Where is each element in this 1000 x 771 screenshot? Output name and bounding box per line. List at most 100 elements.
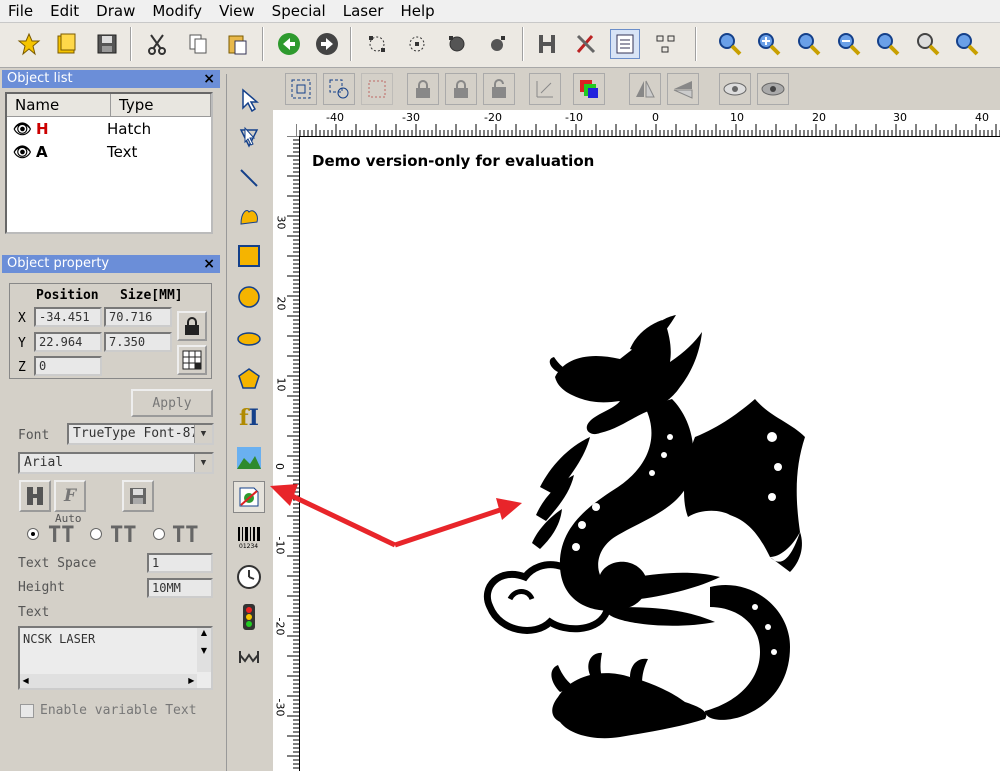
zoom-page-icon[interactable] — [794, 29, 824, 59]
align-right-radio[interactable] — [153, 528, 165, 540]
hatch-tool-icon[interactable] — [532, 29, 562, 59]
rectangle-tool-icon[interactable] — [233, 240, 265, 272]
anchor-grid-button[interactable] — [177, 345, 207, 375]
font-type-select[interactable]: TrueType Font-87 ▼ — [67, 423, 214, 445]
polygon-tool-icon[interactable] — [233, 363, 265, 395]
visible-eye-icon[interactable]: 👁 — [13, 120, 32, 138]
chevron-down-icon[interactable]: ▼ — [194, 425, 212, 443]
zoom-select-icon[interactable] — [913, 29, 943, 59]
node-add-icon[interactable] — [402, 29, 432, 59]
layer-color-icon[interactable] — [573, 73, 605, 105]
size-label: Size[MM] — [120, 288, 183, 303]
new-file-icon[interactable] — [14, 29, 44, 59]
y-size-field[interactable]: 7.350 — [104, 332, 172, 352]
zoom-in-icon[interactable] — [754, 29, 784, 59]
coordinate-origin-icon[interactable] — [529, 73, 561, 105]
circle-tool-icon[interactable] — [233, 281, 265, 313]
chevron-down-icon[interactable]: ▼ — [194, 454, 212, 472]
barcode-tool-icon[interactable]: 01234 — [233, 521, 265, 553]
menu-special[interactable]: Special — [264, 0, 335, 21]
vector-file-tool-icon[interactable] — [233, 481, 265, 513]
timer-tool-icon[interactable] — [233, 561, 265, 593]
x-label: X — [18, 311, 26, 326]
object-list-close-icon[interactable]: × — [203, 70, 215, 88]
apply-button[interactable]: Apply — [131, 389, 213, 417]
object-property-title-text: Object property — [7, 256, 110, 271]
show-all-icon[interactable] — [719, 73, 751, 105]
zoom-all-icon[interactable] — [873, 29, 903, 59]
col-type-header[interactable]: Type — [111, 94, 211, 116]
curve-tool-icon[interactable] — [233, 200, 265, 232]
combine-icon[interactable] — [361, 73, 393, 105]
text-vertical-scrollbar[interactable]: ▲ ▼ — [197, 628, 211, 672]
parameter-list-icon[interactable] — [610, 29, 640, 59]
col-name-header[interactable]: Name — [7, 94, 111, 116]
object-row-text[interactable]: 👁 A Text — [7, 140, 211, 163]
menu-modify[interactable]: Modify — [144, 0, 211, 21]
unlock-object-icon[interactable] — [445, 73, 477, 105]
horizontal-ruler: -40 -30 -20 -10 0 10 20 30 40 — [296, 110, 1000, 137]
mirror-horizontal-icon[interactable] — [629, 73, 661, 105]
zoom-icon[interactable] — [715, 29, 745, 59]
lock-ratio-button[interactable] — [177, 311, 207, 341]
paste-icon[interactable] — [222, 29, 252, 59]
menu-help[interactable]: Help — [392, 0, 443, 21]
zoom-out-icon[interactable] — [834, 29, 864, 59]
select-pointer-icon[interactable] — [233, 84, 265, 116]
group-icon[interactable] — [285, 73, 317, 105]
x-size-field[interactable]: 70.716 — [104, 307, 172, 327]
node-delete-icon[interactable] — [442, 29, 472, 59]
node-edit-icon[interactable] — [362, 29, 392, 59]
font-save-button[interactable] — [122, 480, 154, 512]
align-middle-radio[interactable] — [90, 528, 102, 540]
undo-icon[interactable] — [274, 29, 304, 59]
move-position-tool-icon[interactable] — [233, 641, 265, 673]
bitmap-tool-icon[interactable] — [233, 442, 265, 474]
text-content-area[interactable]: NCSK LASER ▲ ▼ ◀ ▶ — [18, 626, 213, 690]
redo-icon[interactable] — [312, 29, 342, 59]
node-pointer-icon[interactable] — [233, 122, 265, 154]
text-space-field[interactable]: 1 — [147, 553, 213, 573]
ellipse-tool-icon[interactable] — [233, 323, 265, 355]
menu-laser[interactable]: Laser — [335, 0, 393, 21]
object-row-hatch[interactable]: 👁 H Hatch — [7, 117, 211, 140]
font-name-select[interactable]: Arial ▼ — [18, 452, 214, 474]
drawing-canvas[interactable]: Demo version-only for evaluation — [300, 137, 1000, 771]
zoom-fit-icon[interactable] — [952, 29, 982, 59]
visible-eye-icon[interactable]: 👁 — [13, 143, 32, 161]
enable-variable-checkbox[interactable] — [20, 704, 34, 718]
font-italic-button[interactable]: F — [54, 480, 86, 512]
text-tool-icon[interactable]: fI — [233, 402, 265, 434]
menu-file[interactable]: File — [0, 0, 42, 21]
tools-icon[interactable] — [571, 29, 601, 59]
save-icon[interactable] — [92, 29, 122, 59]
text-horizontal-scrollbar[interactable]: ◀ ▶ — [20, 674, 197, 688]
cut-icon[interactable] — [142, 29, 172, 59]
object-tree-icon[interactable] — [651, 29, 681, 59]
align-auto-radio[interactable] — [27, 528, 39, 540]
y-position-field[interactable]: 22.964 — [34, 332, 102, 352]
object-list-table[interactable]: Name Type 👁 H Hatch 👁 A Text — [5, 92, 213, 234]
mirror-vertical-icon[interactable] — [667, 73, 699, 105]
line-tool-icon[interactable] — [233, 162, 265, 194]
copy-icon[interactable] — [183, 29, 213, 59]
io-input-tool-icon[interactable] — [233, 601, 265, 633]
node-break-icon[interactable] — [482, 29, 512, 59]
v-tick-label: 30 — [274, 215, 288, 230]
height-field[interactable]: 10MM — [147, 578, 213, 598]
hide-all-icon[interactable] — [757, 73, 789, 105]
menu-edit[interactable]: Edit — [42, 0, 88, 21]
menu-view[interactable]: View — [211, 0, 264, 21]
open-file-icon[interactable] — [52, 29, 82, 59]
x-position-field[interactable]: -34.451 — [34, 307, 102, 327]
z-position-field[interactable]: 0 — [34, 356, 102, 376]
object-property-close-icon[interactable]: × — [203, 255, 215, 273]
menu-draw[interactable]: Draw — [88, 0, 144, 21]
lock-object-icon[interactable] — [407, 73, 439, 105]
text-content-value: NCSK LASER — [23, 632, 96, 646]
dragon-artwork[interactable] — [300, 137, 1000, 771]
object-type-label: Text — [107, 142, 138, 161]
ungroup-icon[interactable] — [323, 73, 355, 105]
unlock-all-icon[interactable] — [483, 73, 515, 105]
font-hatch-button[interactable] — [19, 480, 51, 512]
